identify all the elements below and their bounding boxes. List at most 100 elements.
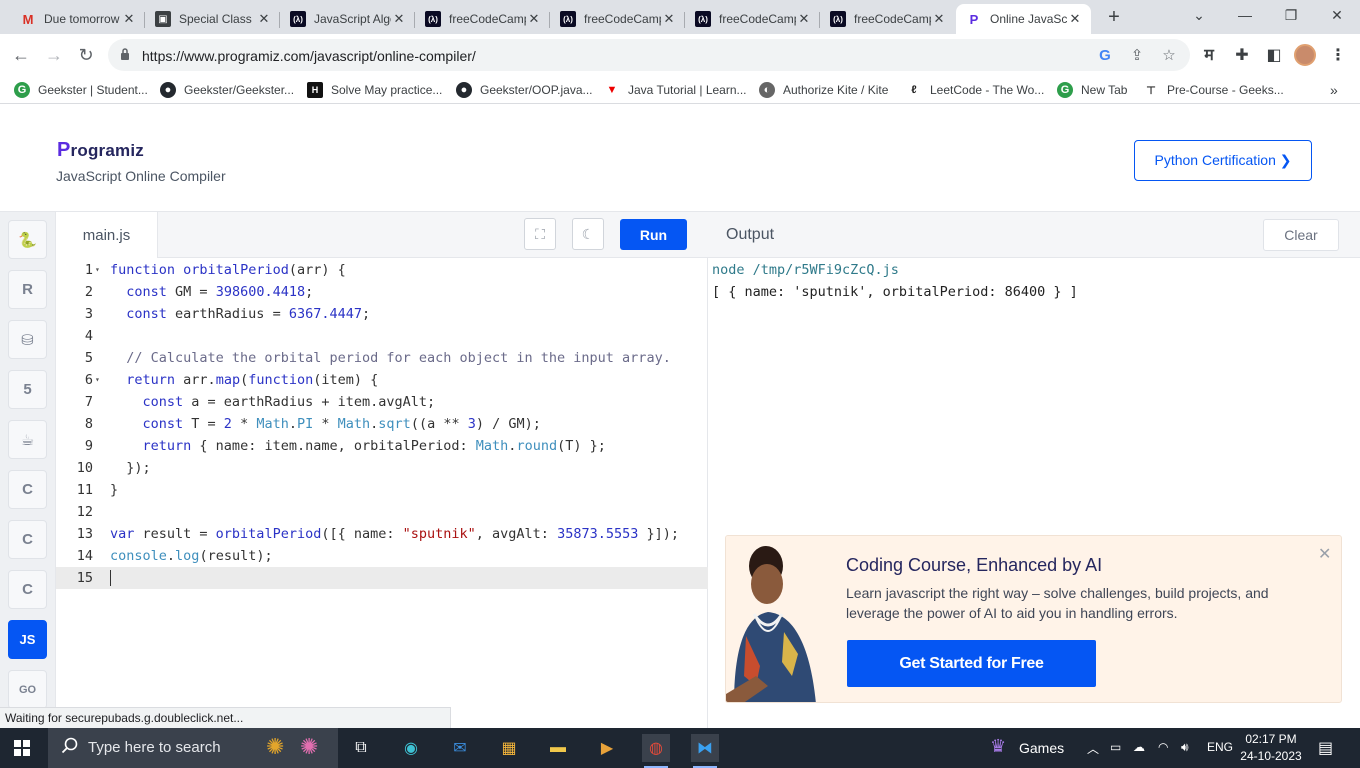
- browser-tab[interactable]: (λ) freeCodeCamp ✕: [415, 4, 550, 34]
- wifi-icon[interactable]: ◠: [1158, 740, 1168, 754]
- vscode-icon[interactable]: ⧓: [691, 734, 719, 768]
- code-line[interactable]: 15: [56, 567, 708, 589]
- ad-banner[interactable]: Coding Course, Enhanced by AI Learn java…: [725, 535, 1342, 703]
- csharp-icon[interactable]: C: [8, 570, 47, 609]
- bookmark-item[interactable]: ● Geekster/OOP.java...: [456, 81, 593, 99]
- mail-icon[interactable]: ✉: [446, 734, 474, 762]
- code-line[interactable]: 10 });: [56, 457, 708, 479]
- code-line[interactable]: 8 const T = 2 * Math.PI * Math.sqrt((a *…: [56, 413, 708, 435]
- code-line[interactable]: 4: [56, 325, 708, 347]
- puzzle-icon[interactable]: ✚: [1230, 44, 1254, 68]
- browser-tab[interactable]: (λ) freeCodeCamp ✕: [550, 4, 685, 34]
- taskbar-search[interactable]: Type here to search ✺ ✺: [48, 728, 338, 768]
- side-panel-icon[interactable]: ◧: [1262, 44, 1286, 68]
- javascript-icon[interactable]: JS: [8, 620, 47, 659]
- bookmark-item[interactable]: ℓ LeetCode - The Wo...: [906, 81, 1044, 99]
- browser-tab-active[interactable]: P Online JavaScript Compiler ✕: [956, 4, 1091, 34]
- file-explorer-icon[interactable]: ▬: [544, 734, 572, 762]
- battery-icon[interactable]: ▭: [1110, 740, 1121, 754]
- bookmark-item[interactable]: ● Geekster/Geekster...: [160, 81, 294, 99]
- store-icon[interactable]: ▦: [495, 734, 523, 762]
- browser-tab[interactable]: ▣ Special Class ✕: [145, 4, 280, 34]
- chevron-right-icon[interactable]: »: [1330, 82, 1338, 98]
- clear-button[interactable]: Clear: [1263, 219, 1339, 251]
- cloud-icon[interactable]: ☁: [1133, 740, 1145, 754]
- windows-start-icon[interactable]: [14, 740, 30, 756]
- bookmark-item[interactable]: ◐ Authorize Kite / Kite: [759, 81, 888, 99]
- close-icon[interactable]: ✕: [121, 11, 137, 27]
- code-line[interactable]: 3 const earthRadius = 6367.4447;: [56, 303, 708, 325]
- google-lens-icon[interactable]: G: [1094, 45, 1116, 67]
- code-line[interactable]: 12: [56, 501, 708, 523]
- code-line[interactable]: 13 var result = orbitalPeriod([{ name: "s…: [56, 523, 708, 545]
- new-tab-button[interactable]: +: [1102, 6, 1126, 30]
- minimize-button[interactable]: —: [1231, 4, 1259, 26]
- code-line[interactable]: 14 console.log(result);: [56, 545, 708, 567]
- close-window-button[interactable]: ✕: [1323, 4, 1351, 26]
- profile-avatar[interactable]: [1294, 44, 1316, 66]
- browser-tab[interactable]: (λ) JavaScript Algorithms ✕: [280, 4, 415, 34]
- code-line[interactable]: 11}: [56, 479, 708, 501]
- games-icon[interactable]: ♛: [990, 736, 1006, 757]
- bookmark-star-icon[interactable]: ☆: [1158, 45, 1180, 67]
- html-icon[interactable]: 5: [8, 370, 47, 409]
- programiz-logo[interactable]: Programiz: [57, 139, 144, 162]
- bookmark-item[interactable]: G Geekster | Student...: [14, 81, 148, 99]
- games-label[interactable]: Games: [1019, 740, 1064, 756]
- tab-search-button[interactable]: ⌄: [1185, 4, 1213, 26]
- bookmark-item[interactable]: G New Tab: [1057, 81, 1127, 99]
- system-clock[interactable]: 02:17 PM 24-10-2023: [1240, 731, 1302, 765]
- bookmark-item[interactable]: ▼ Java Tutorial | Learn...: [604, 81, 747, 99]
- close-icon[interactable]: ✕: [1067, 11, 1083, 27]
- code-line[interactable]: 5 // Calculate the orbital period for ea…: [56, 347, 708, 369]
- fullscreen-icon[interactable]: ⛶: [524, 218, 556, 250]
- address-bar[interactable]: https://www.programiz.com/javascript/onl…: [108, 39, 1190, 71]
- close-icon[interactable]: ✕: [526, 11, 542, 27]
- close-icon[interactable]: ✕: [931, 11, 947, 27]
- media-player-icon[interactable]: ▶: [593, 734, 621, 762]
- c-icon[interactable]: C: [8, 470, 47, 509]
- task-view-icon[interactable]: ⧉: [347, 734, 375, 762]
- chevron-up-icon[interactable]: ︿: [1087, 740, 1099, 757]
- browser-tab[interactable]: M Due tomorrow ✕: [10, 4, 145, 34]
- go-icon[interactable]: GO: [8, 670, 47, 709]
- close-icon[interactable]: ✕: [796, 11, 812, 27]
- close-icon[interactable]: ✕: [661, 11, 677, 27]
- code-line[interactable]: 2 const GM = 398600.4418;: [56, 281, 708, 303]
- python-icon[interactable]: 🐍: [8, 220, 47, 259]
- dark-mode-icon[interactable]: ☾: [572, 218, 604, 250]
- forward-icon[interactable]: →: [42, 43, 66, 67]
- code-line[interactable]: 7 const a = earthRadius + item.avgAlt;: [56, 391, 708, 413]
- edge-icon[interactable]: ◉: [397, 734, 425, 762]
- code-line[interactable]: 1 ▾ function orbitalPeriod(arr) {: [56, 259, 708, 281]
- fold-chevron-icon[interactable]: ▾: [95, 369, 100, 391]
- chrome-icon[interactable]: ◍: [642, 734, 670, 768]
- notification-icon[interactable]: ▤: [1318, 738, 1333, 758]
- reload-icon[interactable]: ↻: [74, 43, 98, 67]
- volume-icon[interactable]: 🔊︎: [1181, 740, 1189, 755]
- close-icon[interactable]: ✕: [256, 11, 272, 27]
- restore-button[interactable]: ❐: [1277, 4, 1305, 26]
- code-area[interactable]: 1 ▾ function orbitalPeriod(arr) {2 const G…: [56, 259, 708, 589]
- browser-tab[interactable]: (λ) freeCodeCamp ✕: [685, 4, 820, 34]
- fold-chevron-icon[interactable]: ▾: [95, 259, 100, 281]
- run-button[interactable]: Run: [620, 219, 687, 250]
- bookmark-item[interactable]: H Solve May practice...: [307, 81, 442, 99]
- close-icon[interactable]: ✕: [391, 11, 407, 27]
- extension-icon[interactable]: म: [1197, 44, 1221, 68]
- file-tab-main-js[interactable]: main.js: [56, 212, 158, 258]
- r-language-icon[interactable]: R: [8, 270, 47, 309]
- close-icon[interactable]: ✕: [1318, 544, 1331, 564]
- get-started-button[interactable]: Get Started for Free: [847, 640, 1096, 687]
- menu-icon[interactable]: ⋮: [1326, 44, 1350, 68]
- back-icon[interactable]: ←: [9, 43, 33, 67]
- share-icon[interactable]: ⇪: [1126, 45, 1148, 67]
- cpp-icon[interactable]: C: [8, 520, 47, 559]
- bookmark-item[interactable]: ⊤ Pre-Course - Geeks...: [1143, 81, 1284, 99]
- sql-icon[interactable]: ⛁: [8, 320, 47, 359]
- code-line[interactable]: 9 return { name: item.name, orbitalPerio…: [56, 435, 708, 457]
- language-indicator[interactable]: ENG: [1207, 740, 1233, 754]
- code-line[interactable]: 6 ▾ return arr.map(function(item) {: [56, 369, 708, 391]
- java-icon[interactable]: ☕: [8, 420, 47, 459]
- browser-tab[interactable]: (λ) freeCodeCamp ✕: [820, 4, 955, 34]
